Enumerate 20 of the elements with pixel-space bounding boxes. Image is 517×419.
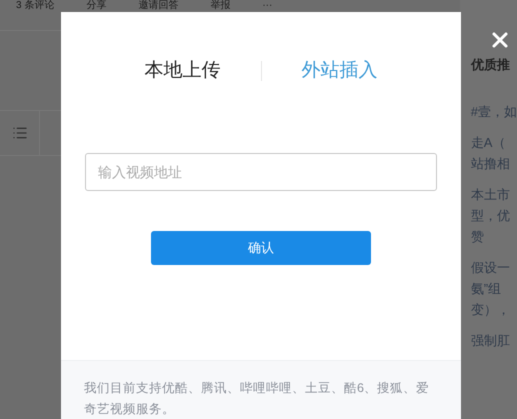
article-snippet[interactable]: 型，优 [470, 204, 517, 226]
url-field[interactable]: 输入视频地址 [85, 153, 437, 191]
article-snippet[interactable]: 变）， [470, 298, 517, 320]
article-snippet[interactable]: 赞 [470, 226, 517, 246]
toolbar-link[interactable]: 邀请回答 [138, 0, 178, 12]
toolbar-link[interactable]: 3 条评论 [16, 0, 54, 12]
confirm-button[interactable]: 确认 [151, 231, 371, 265]
article-snippet[interactable]: 氨”组 [470, 278, 517, 298]
article-snippet[interactable]: 假设一 [470, 256, 517, 278]
article-snippet[interactable]: 本土市 [470, 184, 517, 204]
dialog-tab[interactable]: 本地上传 [124, 56, 240, 86]
toolbar-link[interactable]: ··· [262, 0, 272, 12]
sidebar-title: 优质推 [470, 56, 511, 74]
article-snippet[interactable]: 站撸相 [470, 152, 517, 174]
list-icon[interactable] [12, 125, 28, 141]
article-snippet[interactable]: #壹，如 [470, 100, 517, 122]
supported-services-note: 我们目前支持优酷、腾讯、哔哩哔哩、土豆、酷6、搜狐、爱奇艺视频服务。 [84, 380, 430, 418]
article-snippet[interactable]: 走A（ [470, 132, 517, 152]
article-snippet[interactable]: 强制肛 [470, 330, 517, 350]
dialog-tab[interactable]: 外站插入 [282, 56, 398, 86]
